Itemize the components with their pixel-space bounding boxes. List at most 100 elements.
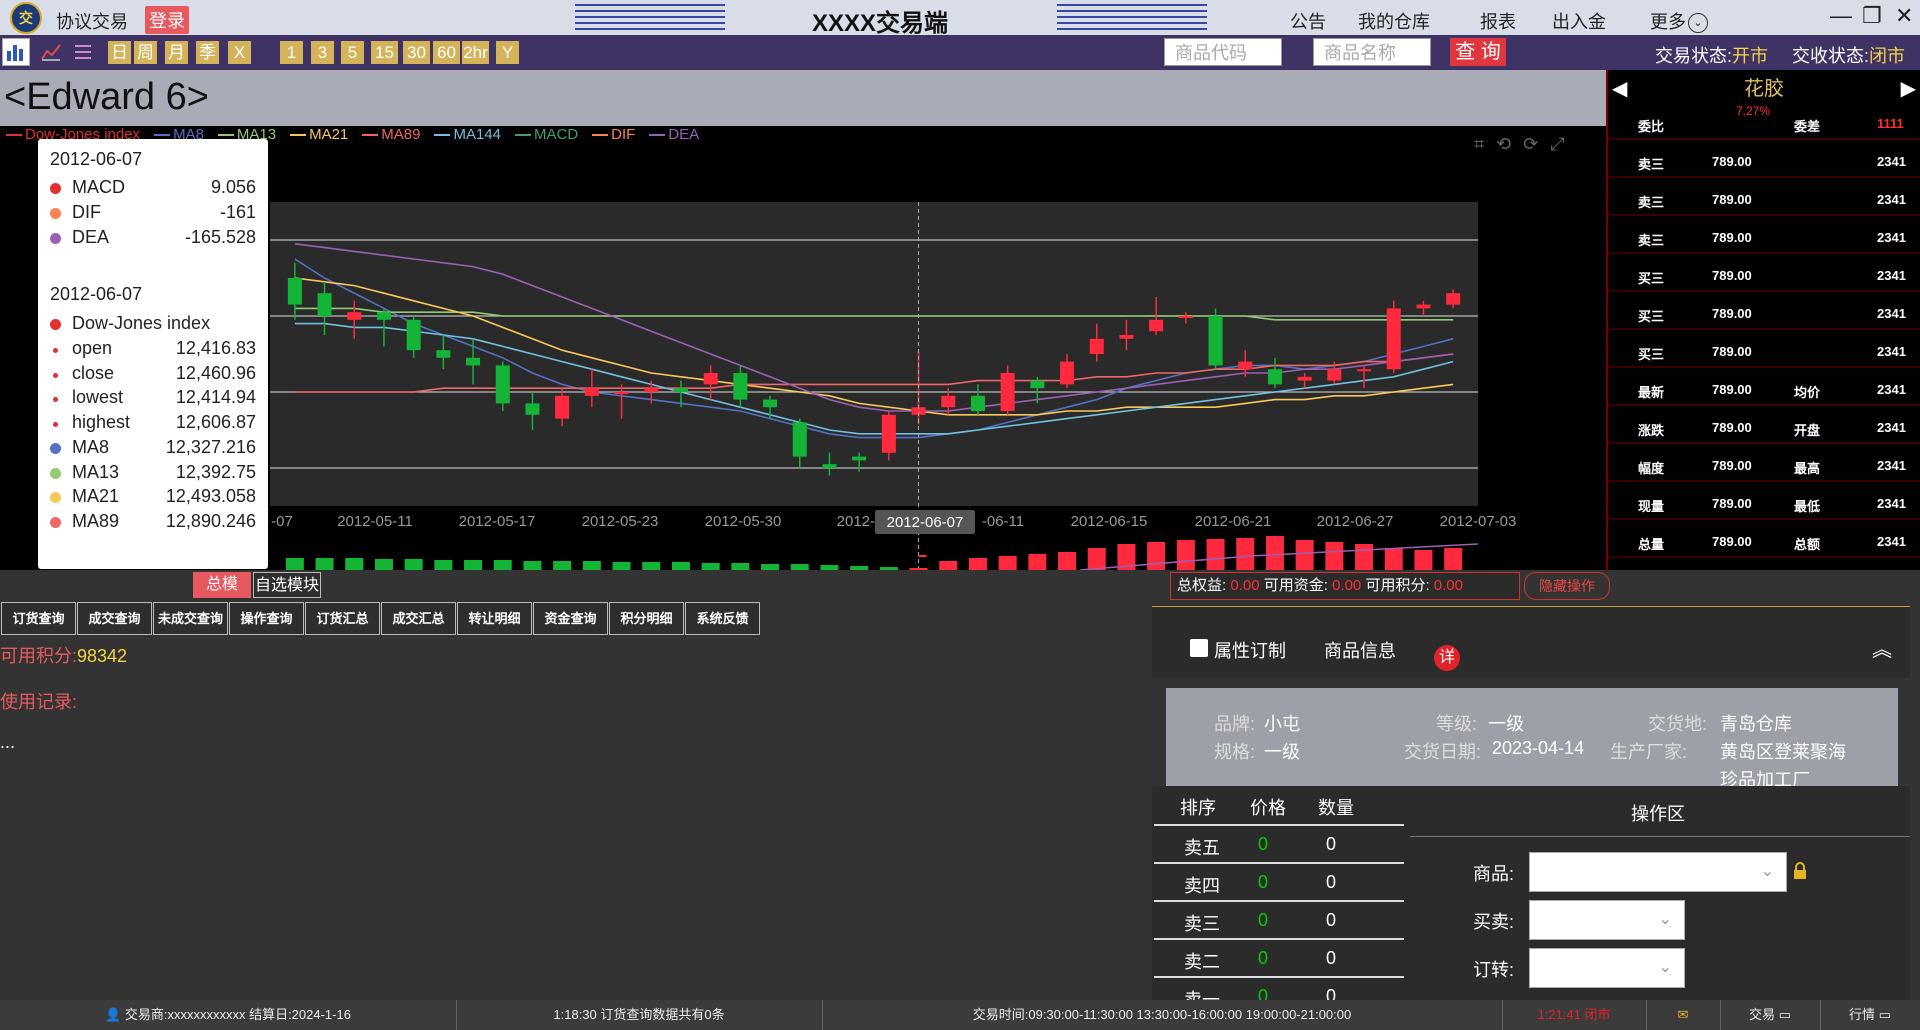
op-side-select[interactable]: ⌄ bbox=[1529, 900, 1685, 940]
legend-item[interactable]: MA21 bbox=[290, 126, 348, 143]
quote-row[interactable]: 卖三 789.00 2341 bbox=[1608, 216, 1920, 254]
ob-qty: 0 bbox=[1326, 834, 1337, 854]
nav-report[interactable]: 报表 bbox=[1480, 8, 1516, 34]
subtab-query[interactable]: 未成交查询 bbox=[153, 602, 228, 635]
subtab-query[interactable]: 积分明细 bbox=[609, 602, 684, 635]
restore-icon[interactable]: ⟳ bbox=[1523, 134, 1550, 154]
bar-chart-icon[interactable] bbox=[2, 38, 30, 66]
trade-button[interactable]: 交易 ▭ bbox=[1720, 1000, 1821, 1030]
tooltip-dot-icon bbox=[53, 397, 58, 403]
hide-operation-button[interactable]: 隐藏操作 bbox=[1524, 572, 1610, 600]
volume-bar bbox=[464, 560, 483, 570]
subtab-query[interactable]: 订货汇总 bbox=[305, 602, 380, 635]
minute-button[interactable]: 2hr bbox=[462, 41, 489, 64]
subtab-query[interactable]: 成交汇总 bbox=[381, 602, 456, 635]
subtab-query[interactable]: 操作查询 bbox=[229, 602, 304, 635]
subtab-query[interactable]: 转让明细 bbox=[457, 602, 532, 635]
quote-button[interactable]: 行情 ▭ bbox=[1820, 1000, 1920, 1030]
minute-button[interactable]: 30 bbox=[403, 41, 430, 64]
quote-row[interactable]: 幅度 789.00 最高 2341 bbox=[1608, 444, 1920, 482]
ob-price: 0 bbox=[1258, 948, 1269, 968]
subtab-query[interactable]: 资金查询 bbox=[533, 602, 608, 635]
op-transfer-select[interactable]: ⌄ bbox=[1529, 948, 1685, 988]
nav-announcement[interactable]: 公告 bbox=[1290, 8, 1326, 34]
attr-custom-checkbox[interactable] bbox=[1190, 639, 1208, 657]
attr-value: 一级 bbox=[1264, 742, 1300, 762]
quote-label: 买三 bbox=[1638, 309, 1665, 324]
quote-row[interactable]: 买三 789.00 2341 bbox=[1608, 254, 1920, 292]
period-button[interactable]: 月 bbox=[165, 41, 188, 64]
goods-info-tab[interactable]: 商品信息 bbox=[1324, 637, 1396, 663]
tab-total-module[interactable]: 总模 bbox=[193, 572, 251, 598]
period-button[interactable]: 周 bbox=[134, 41, 157, 64]
reset-icon[interactable]: ⟲ bbox=[1496, 134, 1523, 154]
collapse-icon[interactable]: ︽ bbox=[1872, 633, 1892, 662]
minute-button[interactable]: 3 bbox=[311, 41, 334, 64]
tab-custom-module[interactable]: 自选模块 bbox=[253, 572, 321, 598]
order-book-row[interactable]: 卖二 0 0 bbox=[1154, 940, 1404, 978]
nav-deposit-withdraw[interactable]: 出入金 bbox=[1552, 8, 1606, 34]
legend-item[interactable]: MA89 bbox=[362, 126, 420, 143]
order-book-row[interactable]: 卖三 0 0 bbox=[1154, 902, 1404, 940]
nav-more[interactable]: 更多 ⌄ bbox=[1650, 8, 1708, 34]
tooltip-value: 9.056 bbox=[210, 177, 256, 197]
legend-item[interactable]: DEA bbox=[649, 126, 699, 143]
volume-bar bbox=[701, 563, 720, 570]
period-button[interactable]: 日 bbox=[108, 41, 131, 64]
list-icon[interactable] bbox=[72, 41, 94, 63]
minute-button[interactable]: 15 bbox=[371, 41, 398, 64]
tooltip-row: DEA -165.528 bbox=[50, 225, 256, 251]
minute-button[interactable]: 60 bbox=[433, 41, 460, 64]
quote-panel: ◀ 花胶 ▶ 7.27% 委比 委差 1111 卖三 789.00 2341 卖三 789.0… bbox=[1606, 70, 1920, 570]
close-icon[interactable]: ✕ bbox=[1895, 3, 1913, 29]
order-book-row[interactable]: 卖四 0 0 bbox=[1154, 864, 1404, 902]
minute-button[interactable]: 5 bbox=[341, 41, 364, 64]
tooltip-value: 12,460.96 bbox=[175, 362, 256, 383]
lock-icon[interactable] bbox=[1793, 862, 1807, 880]
product-code-input[interactable]: 商品代码 bbox=[1164, 38, 1282, 66]
period-button[interactable]: 季 bbox=[196, 41, 219, 64]
minimize-icon[interactable]: — bbox=[1830, 3, 1852, 29]
quote-row[interactable]: 买三 789.00 2341 bbox=[1608, 330, 1920, 368]
fullscreen-icon[interactable]: ⤢ bbox=[1550, 134, 1576, 154]
query-button[interactable]: 查 询 bbox=[1450, 38, 1506, 66]
protocol-trade-link[interactable]: 协议交易 bbox=[56, 8, 128, 34]
candle-body bbox=[1149, 319, 1164, 332]
subtab-query[interactable]: 系统反馈 bbox=[685, 602, 760, 635]
tooltip-value: 12,392.75 bbox=[175, 461, 256, 482]
attr-value: 小屯 bbox=[1264, 714, 1300, 734]
crop-icon[interactable]: ⌗ bbox=[1474, 134, 1496, 154]
maximize-icon[interactable]: ❐ bbox=[1862, 3, 1882, 29]
detail-badge[interactable]: 详 bbox=[1434, 645, 1460, 671]
quote-row[interactable]: 买三 789.00 2341 bbox=[1608, 292, 1920, 330]
op-goods-select[interactable]: ⌄ bbox=[1529, 852, 1787, 892]
legend-item[interactable]: MA144 bbox=[434, 126, 501, 143]
order-book-row[interactable]: 卖五 0 0 bbox=[1154, 826, 1404, 864]
legend-swatch-icon bbox=[592, 134, 609, 137]
line-chart-icon[interactable] bbox=[40, 41, 62, 63]
candle-body bbox=[317, 293, 332, 316]
quote-row[interactable]: 现量 789.00 最低 2341 bbox=[1608, 482, 1920, 520]
quote-row[interactable]: 卖三 789.00 2341 bbox=[1608, 140, 1920, 178]
minute-button[interactable]: 1 bbox=[280, 41, 303, 64]
volume-bar bbox=[1295, 540, 1314, 570]
quote-row[interactable]: 委比 委差 1111 bbox=[1608, 102, 1920, 140]
legend-item[interactable]: MACD bbox=[515, 126, 578, 143]
volume-bar bbox=[553, 561, 572, 570]
legend-label: MA21 bbox=[309, 126, 349, 143]
legend-item[interactable]: DIF bbox=[592, 126, 635, 143]
period-button[interactable]: X bbox=[228, 41, 251, 64]
subtab-query[interactable]: 订货查询 bbox=[1, 602, 76, 635]
login-button[interactable]: 登录 bbox=[145, 6, 189, 34]
subtab-query[interactable]: 成交查询 bbox=[77, 602, 152, 635]
mail-icon[interactable]: ✉ bbox=[1646, 1000, 1721, 1030]
quote-row[interactable]: 最新 789.00 均价 2341 bbox=[1608, 368, 1920, 406]
quote-row[interactable]: 涨跌 789.00 开盘 2341 bbox=[1608, 406, 1920, 444]
nav-my-warehouse[interactable]: 我的仓库 bbox=[1358, 8, 1430, 34]
product-name-input[interactable]: 商品名称 bbox=[1313, 38, 1431, 66]
quote-row[interactable]: 卖三 789.00 2341 bbox=[1608, 178, 1920, 216]
tooltip-value: 12,493.058 bbox=[165, 486, 256, 507]
volume-bar bbox=[374, 559, 393, 570]
quote-row[interactable]: 总量 789.00 总额 2341 bbox=[1608, 520, 1920, 558]
minute-button[interactable]: Y bbox=[496, 41, 519, 64]
